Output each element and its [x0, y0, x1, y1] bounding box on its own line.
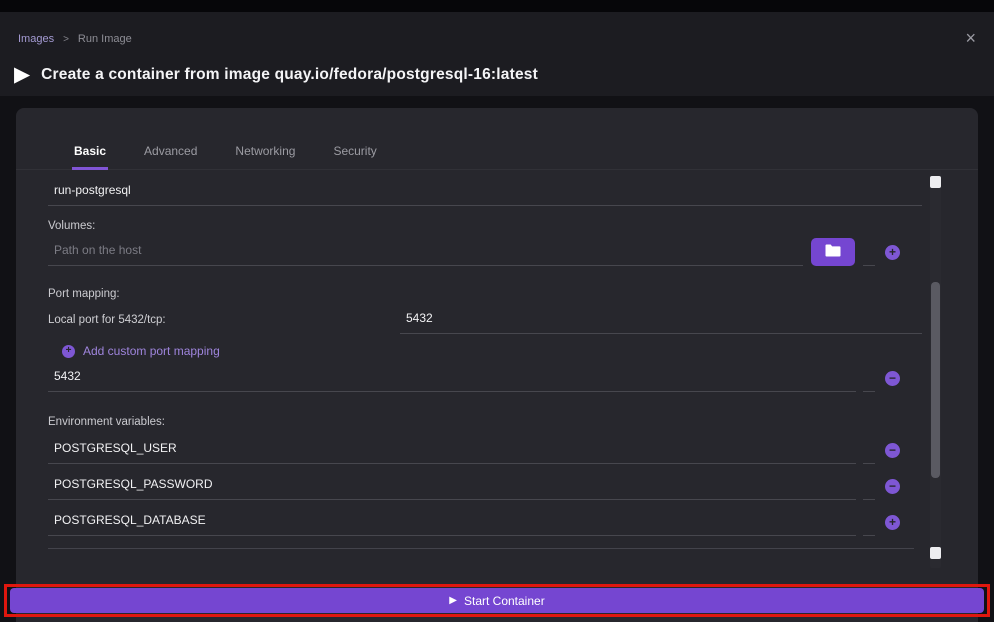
- custom-port-host-input[interactable]: [48, 364, 856, 392]
- add-port-mapping-icon: +: [62, 345, 75, 358]
- env-name-input[interactable]: [48, 508, 856, 536]
- custom-port-row: −: [48, 364, 900, 392]
- scrollbar-thumb[interactable]: [931, 282, 940, 478]
- next-field-underline: [48, 548, 914, 549]
- port-mapping-label: Port mapping:: [48, 288, 922, 300]
- add-custom-port-mapping-label: Add custom port mapping: [83, 344, 220, 358]
- container-name-input[interactable]: [48, 178, 922, 206]
- env-value-input[interactable]: [863, 472, 875, 500]
- scrollbar-up-button[interactable]: [930, 176, 941, 188]
- env-name-input[interactable]: [48, 472, 856, 500]
- tab-advanced[interactable]: Advanced: [142, 136, 199, 170]
- tab-security[interactable]: Security: [331, 136, 378, 170]
- volume-row: +: [48, 238, 900, 266]
- scrollbar[interactable]: [930, 170, 941, 568]
- env-value-input[interactable]: [863, 508, 875, 536]
- environment-variables-label: Environment variables:: [48, 416, 922, 428]
- local-port-label: Local port for 5432/tcp:: [48, 314, 400, 326]
- tab-basic[interactable]: Basic: [72, 136, 108, 170]
- env-var-row: −: [48, 472, 900, 500]
- window-top-strip: [0, 0, 994, 12]
- browse-folder-button[interactable]: [811, 238, 855, 266]
- breadcrumb-separator: >: [63, 34, 69, 45]
- custom-port-container-input[interactable]: [863, 364, 875, 392]
- env-value-input[interactable]: [863, 436, 875, 464]
- breadcrumb-current: Run Image: [78, 33, 132, 45]
- scrollbar-down-button[interactable]: [930, 547, 941, 559]
- close-icon[interactable]: ×: [965, 29, 976, 47]
- app-window: Images > Run Image × ▶ Create a containe…: [0, 0, 994, 622]
- env-var-row: +: [48, 508, 900, 536]
- page-header: Images > Run Image × ▶ Create a containe…: [0, 12, 994, 96]
- volume-container-path-input[interactable]: [863, 238, 875, 266]
- volume-host-path-input[interactable]: [48, 238, 803, 266]
- remove-env-var-icon[interactable]: −: [885, 479, 900, 494]
- play-icon: ▶: [449, 596, 457, 606]
- volumes-label: Volumes:: [48, 220, 922, 232]
- tab-networking[interactable]: Networking: [233, 136, 297, 170]
- add-volume-icon[interactable]: +: [885, 245, 900, 260]
- page-title: Create a container from image quay.io/fe…: [41, 66, 538, 84]
- run-image-icon: ▶: [14, 64, 30, 85]
- add-custom-port-mapping-link[interactable]: + Add custom port mapping: [62, 344, 220, 358]
- env-name-input[interactable]: [48, 436, 856, 464]
- local-port-row: Local port for 5432/tcp:: [48, 306, 922, 334]
- env-var-row: −: [48, 436, 900, 464]
- local-port-input[interactable]: [400, 306, 922, 334]
- run-image-panel: Basic Advanced Networking Security Volum…: [16, 108, 978, 622]
- add-env-var-icon[interactable]: +: [885, 515, 900, 530]
- breadcrumb-images-link[interactable]: Images: [18, 33, 54, 45]
- start-container-button[interactable]: ▶ Start Container: [10, 588, 984, 613]
- start-container-label: Start Container: [464, 594, 545, 608]
- tab-bar: Basic Advanced Networking Security: [16, 136, 978, 170]
- basic-form: Volumes: + Port mapping: Local port for …: [48, 178, 922, 549]
- folder-icon: [825, 244, 841, 260]
- remove-env-var-icon[interactable]: −: [885, 443, 900, 458]
- title-row: ▶ Create a container from image quay.io/…: [14, 64, 538, 85]
- breadcrumb: Images > Run Image: [18, 33, 132, 45]
- remove-port-mapping-icon[interactable]: −: [885, 371, 900, 386]
